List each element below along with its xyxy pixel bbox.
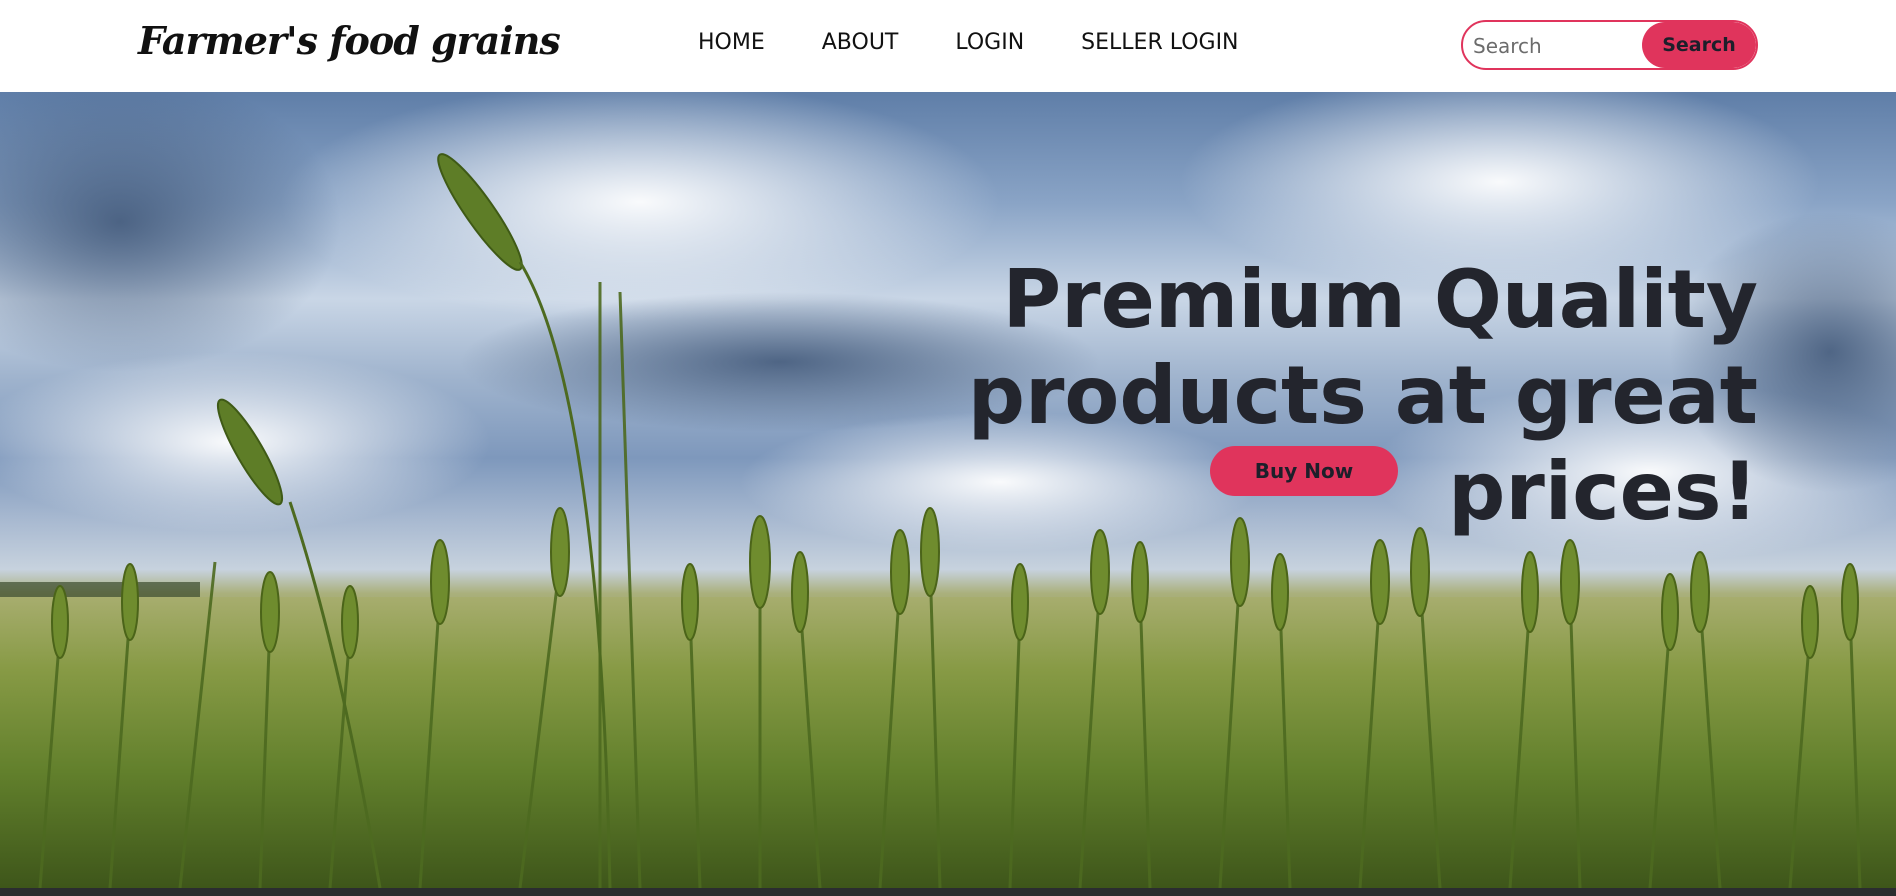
page-bottom-edge: [0, 888, 1896, 896]
nav-item-seller-login[interactable]: SELLER LOGIN: [1081, 30, 1238, 55]
hero-headline-line2: products at great prices!: [967, 349, 1758, 538]
search-input[interactable]: [1463, 22, 1665, 68]
search-button[interactable]: Search: [1642, 22, 1756, 68]
hero-banner: Premium Quality products at great prices…: [0, 92, 1896, 888]
buy-now-button[interactable]: Buy Now: [1210, 446, 1398, 496]
nav-menu: HOME ABOUT LOGIN SELLER LOGIN: [698, 30, 1296, 55]
nav-item-about[interactable]: ABOUT: [822, 30, 899, 55]
hero-headline: Premium Quality products at great prices…: [658, 252, 1758, 540]
brand-logo-link[interactable]: Farmer's food grains: [138, 18, 561, 63]
navbar: Farmer's food grains HOME ABOUT LOGIN SE…: [0, 0, 1896, 92]
hero-headline-line1: Premium Quality: [1002, 253, 1758, 346]
nav-item-home[interactable]: HOME: [698, 30, 765, 55]
nav-item-login[interactable]: LOGIN: [955, 30, 1024, 55]
search-form: Search: [1461, 20, 1758, 70]
